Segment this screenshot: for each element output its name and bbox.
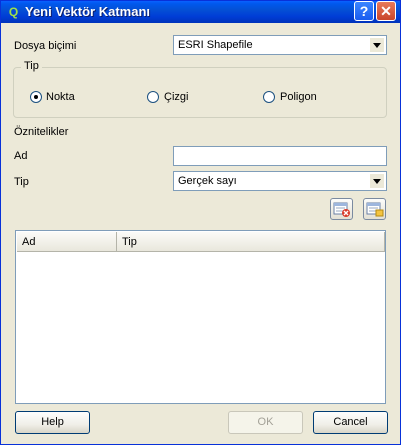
- attribute-name-input[interactable]: [173, 146, 387, 166]
- ok-button[interactable]: OK: [228, 411, 303, 434]
- attribute-list-table[interactable]: Ad Tip: [15, 230, 386, 404]
- new-vector-layer-dialog: Q Yeni Vektör Katmanı ? ✕ Dosya biçimi E…: [0, 0, 401, 445]
- cancel-button[interactable]: Cancel: [313, 411, 388, 434]
- help-button[interactable]: Help: [15, 411, 90, 434]
- attribute-type-select[interactable]: Gerçek sayı: [173, 171, 387, 191]
- attributes-heading: Öznitelikler: [14, 126, 69, 138]
- attribute-type-value: Gerçek sayı: [178, 175, 237, 187]
- name-label: Ad: [14, 150, 28, 162]
- delete-attribute-icon: [333, 202, 350, 217]
- delete-attribute-button[interactable]: [330, 198, 353, 220]
- window-title: Yeni Vektör Katmanı: [25, 4, 150, 19]
- close-button[interactable]: ✕: [376, 1, 396, 21]
- file-format-label: Dosya biçimi: [14, 40, 77, 52]
- type-label: Tip: [14, 176, 29, 188]
- radio-cizgi-label[interactable]: Çizgi: [164, 91, 188, 103]
- radio-cizgi[interactable]: [147, 91, 159, 103]
- radio-nokta[interactable]: [30, 91, 42, 103]
- title-bar[interactable]: Q Yeni Vektör Katmanı ? ✕: [1, 1, 400, 23]
- qgis-app-icon: Q: [8, 5, 19, 19]
- add-attribute-button[interactable]: [363, 198, 386, 220]
- column-header-name[interactable]: Ad: [17, 232, 117, 252]
- column-header-type[interactable]: Tip: [117, 232, 385, 252]
- radio-nokta-label[interactable]: Nokta: [46, 91, 75, 103]
- chevron-down-icon[interactable]: [370, 38, 384, 52]
- radio-poligon-label[interactable]: Poligon: [280, 91, 317, 103]
- add-attribute-icon: [366, 202, 384, 217]
- title-help-button[interactable]: ?: [354, 1, 374, 21]
- geometry-type-group-title: Tip: [21, 60, 42, 72]
- file-format-select[interactable]: ESRI Shapefile: [173, 35, 387, 55]
- chevron-down-icon[interactable]: [370, 174, 384, 188]
- radio-poligon[interactable]: [263, 91, 275, 103]
- file-format-value: ESRI Shapefile: [178, 39, 253, 51]
